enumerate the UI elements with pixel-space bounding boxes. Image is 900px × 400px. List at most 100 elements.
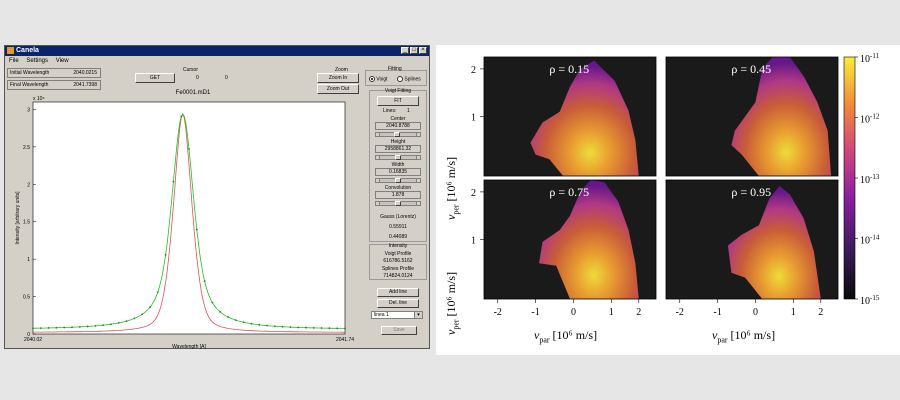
- slider-left-arrow-icon[interactable]: [375, 132, 380, 137]
- data-point: [250, 322, 253, 325]
- canela-window: Canela _ □ × File Settings View Initial …: [4, 45, 430, 350]
- add-line-button[interactable]: Add line: [377, 288, 419, 297]
- slider-right-arrow-icon[interactable]: [416, 201, 421, 206]
- distribution-panel: ρ = 0.95: [665, 179, 839, 300]
- y-axis-label: Intensity [arbitrary units]: [15, 191, 21, 245]
- slider-right-arrow-icon[interactable]: [416, 155, 421, 160]
- y-tick-label: 1.5: [23, 220, 30, 226]
- slider-right-arrow-icon[interactable]: [416, 132, 421, 137]
- voigt-profile-value: 616786.5162: [383, 258, 413, 264]
- slider-thumb[interactable]: [395, 155, 401, 160]
- x-tick-label: 2: [636, 307, 641, 318]
- x-axis-unit: [10⁶ m/s]: [552, 328, 598, 342]
- x-tick-label: 0: [753, 307, 758, 318]
- rho-label: ρ = 0.75: [549, 185, 589, 199]
- line-select[interactable]: linea 1 ▾: [371, 311, 423, 319]
- data-point: [289, 326, 292, 329]
- convolution-field[interactable]: 1.878: [375, 191, 421, 199]
- data-point: [328, 327, 331, 330]
- fitting-title: Fitting: [388, 66, 402, 72]
- data-point: [234, 319, 237, 322]
- data-point: [156, 291, 159, 294]
- data-point: [242, 321, 245, 324]
- colorbar-tick-label: 10-12: [860, 113, 880, 126]
- del-line-button[interactable]: Del. line: [377, 299, 419, 308]
- distribution-panel: ρ = 0.75: [483, 179, 657, 300]
- data-point: [203, 280, 206, 282]
- initial-wavelength-value[interactable]: 2040.0215: [73, 69, 97, 77]
- data-point: [273, 325, 276, 328]
- cursor-title: Cursor: [183, 67, 199, 73]
- splines-profile-label: Splines Profile: [382, 266, 414, 272]
- voigt-profile-label: Voigt Profile: [384, 251, 412, 257]
- initial-wavelength-row: Initial Wavelength 2040.0215: [7, 68, 101, 78]
- y-tick-label: 0.5: [23, 295, 30, 301]
- data-point: [110, 323, 112, 326]
- y-axis-unit: [10⁶ m/s]: [444, 156, 458, 202]
- y-axis-var: v: [444, 329, 458, 335]
- fitting-option-splines[interactable]: Splines: [397, 76, 421, 82]
- slider-thumb[interactable]: [393, 132, 400, 137]
- slider-left-arrow-icon[interactable]: [375, 178, 380, 183]
- data-point: [94, 324, 97, 327]
- slider-thumb[interactable]: [395, 201, 401, 206]
- data-point: [117, 322, 120, 324]
- final-wavelength-value[interactable]: 2041.7398: [73, 81, 97, 89]
- data-point: [312, 326, 315, 329]
- height-slider[interactable]: [375, 155, 421, 160]
- y-exponent-label: x 10⁶: [33, 96, 45, 102]
- x-tick-label: -2: [676, 307, 684, 318]
- fit-button[interactable]: FIT: [377, 96, 419, 106]
- data-point: [172, 180, 175, 183]
- zoom-in-button[interactable]: Zoom In: [317, 73, 359, 83]
- get-button[interactable]: GET: [135, 73, 175, 83]
- center-field[interactable]: 2040.8788: [375, 122, 421, 130]
- colorbar: [843, 56, 856, 300]
- x-axis-sub: par: [539, 335, 550, 345]
- y-axis-sub: per: [451, 204, 461, 215]
- splines-radio-icon[interactable]: [397, 76, 403, 82]
- maximize-button[interactable]: □: [410, 47, 418, 54]
- y-tick-label: 2: [471, 188, 476, 199]
- data-point: [281, 325, 284, 328]
- title-bar: Canela _ □ ×: [5, 46, 429, 56]
- lines-label: Lines:: [383, 108, 397, 114]
- width-slider[interactable]: [375, 178, 421, 183]
- y-axis-var: v: [444, 214, 458, 220]
- y-axis-sub: per: [451, 319, 461, 330]
- x-tick-label: 2: [818, 307, 823, 318]
- convolution-slider[interactable]: [375, 201, 421, 206]
- plot-area: [32, 101, 346, 335]
- app-icon: [7, 47, 14, 54]
- data-point: [125, 320, 128, 322]
- menu-file[interactable]: File: [9, 58, 19, 64]
- intensity-title: Intensity: [388, 243, 408, 249]
- minimize-button[interactable]: _: [401, 47, 409, 54]
- slider-thumb[interactable]: [395, 178, 401, 183]
- slider-left-arrow-icon[interactable]: [375, 201, 380, 206]
- width-field[interactable]: 0.16835: [375, 168, 421, 176]
- data-point: [47, 327, 50, 329]
- close-button[interactable]: ×: [419, 47, 427, 54]
- slider-right-arrow-icon[interactable]: [416, 178, 421, 183]
- chevron-down-icon[interactable]: ▾: [414, 312, 422, 318]
- voigt-radio-icon[interactable]: [369, 76, 375, 82]
- slider-left-arrow-icon[interactable]: [375, 155, 380, 160]
- data-point: [180, 115, 183, 118]
- y-tick-label: 1: [471, 236, 476, 247]
- gauss-value: 0.55911: [389, 224, 407, 230]
- save-button[interactable]: Save: [381, 326, 417, 335]
- height-field[interactable]: 2958861.32: [375, 145, 421, 153]
- data-point: [219, 311, 222, 313]
- fitting-option-voigt[interactable]: Voigt: [369, 76, 388, 82]
- menu-view[interactable]: View: [56, 58, 69, 64]
- x-axis-label-left: vpar [10⁶ m/s]: [534, 328, 597, 344]
- menu-settings[interactable]: Settings: [26, 58, 48, 64]
- data-point: [266, 324, 268, 327]
- x-tick-label: -2: [494, 307, 502, 318]
- center-slider[interactable]: [375, 132, 421, 137]
- data-point: [188, 148, 190, 150]
- y-tick-label: 2: [27, 182, 30, 188]
- panel-grid: ρ = 0.15 ρ = 0.45 ρ = 0.75 ρ = 0.95 2 1 2 1 -2 -1…: [471, 52, 880, 318]
- menu-bar: File Settings View: [5, 57, 429, 66]
